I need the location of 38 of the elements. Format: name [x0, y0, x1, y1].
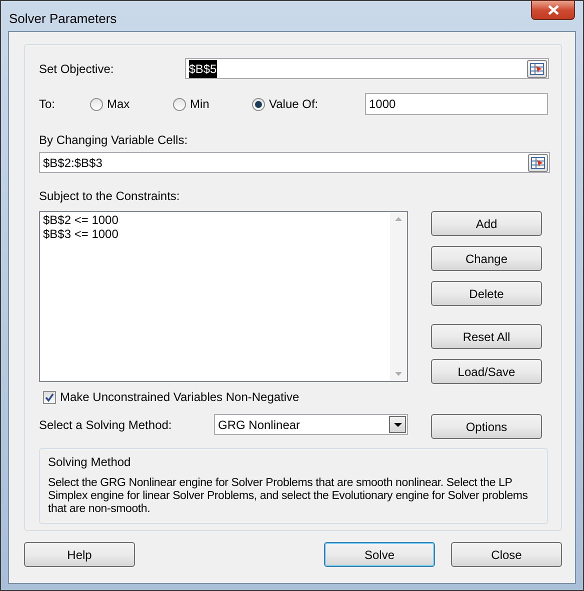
constraints-label: Subject to the Constraints:	[39, 188, 181, 205]
close-icon	[548, 5, 558, 15]
constraint-action-button[interactable]: Reset All	[431, 324, 542, 349]
objective-field[interactable]: $B$5	[184, 58, 549, 79]
changing-cells-field[interactable]: $B$2:$B$3	[39, 152, 550, 173]
options-button[interactable]: Options	[431, 414, 542, 439]
close-button[interactable]	[531, 0, 575, 20]
constraint-action-button[interactable]: Add	[431, 211, 542, 236]
radio-button[interactable]	[90, 98, 103, 110]
objective-label: Set Objective:	[39, 60, 115, 78]
checkbox-label: Make Unconstrained Variables Non-Negative	[60, 389, 300, 406]
dialog-button[interactable]: Solve	[324, 542, 435, 567]
group-title: Solving Method	[48, 454, 132, 471]
checkbox[interactable]	[43, 390, 56, 404]
value-of-field[interactable]: 1000	[365, 93, 548, 115]
constraint-action-button[interactable]: Change	[431, 246, 542, 271]
window-title: Solver Parameters	[9, 10, 117, 28]
method-label: Select a Solving Method:	[39, 416, 173, 434]
dropdown-caret-icon	[394, 422, 402, 426]
radio-label: Value Of:	[269, 96, 318, 113]
changing-cells-label: By Changing Variable Cells:	[39, 132, 189, 149]
radio-label: Min	[190, 96, 210, 113]
constraint-item[interactable]: $B$2 <= 1000	[43, 213, 390, 227]
constraint-item[interactable]: $B$3 <= 1000	[43, 227, 390, 241]
range-select-icon[interactable]	[528, 154, 548, 172]
radio-label: Max	[107, 96, 130, 113]
constraint-action-button[interactable]: Delete	[431, 281, 542, 306]
objective-value: $B$5	[188, 60, 217, 78]
dialog-button[interactable]: Help	[24, 542, 135, 567]
to-label: To:	[39, 96, 56, 113]
range-select-icon[interactable]	[527, 60, 547, 78]
radio-button[interactable]	[173, 98, 186, 110]
method-dropdown[interactable]: GRG Nonlinear	[214, 414, 408, 435]
method-description: Select the GRG Nonlinear engine for Solver Problems that are smooth nonlinear. Select the LP Simplex engine for linear Solver Problems, and select the Evolutionary engine for Solver problems that are non-smooth.	[48, 477, 529, 516]
dialog-button[interactable]: Close	[451, 542, 562, 567]
radio-button[interactable]	[252, 98, 265, 110]
constraint-action-button[interactable]: Load/Save	[431, 359, 542, 384]
constraints-list[interactable]: $B$2 <= 1000 $B$3 <= 1000	[39, 211, 408, 382]
